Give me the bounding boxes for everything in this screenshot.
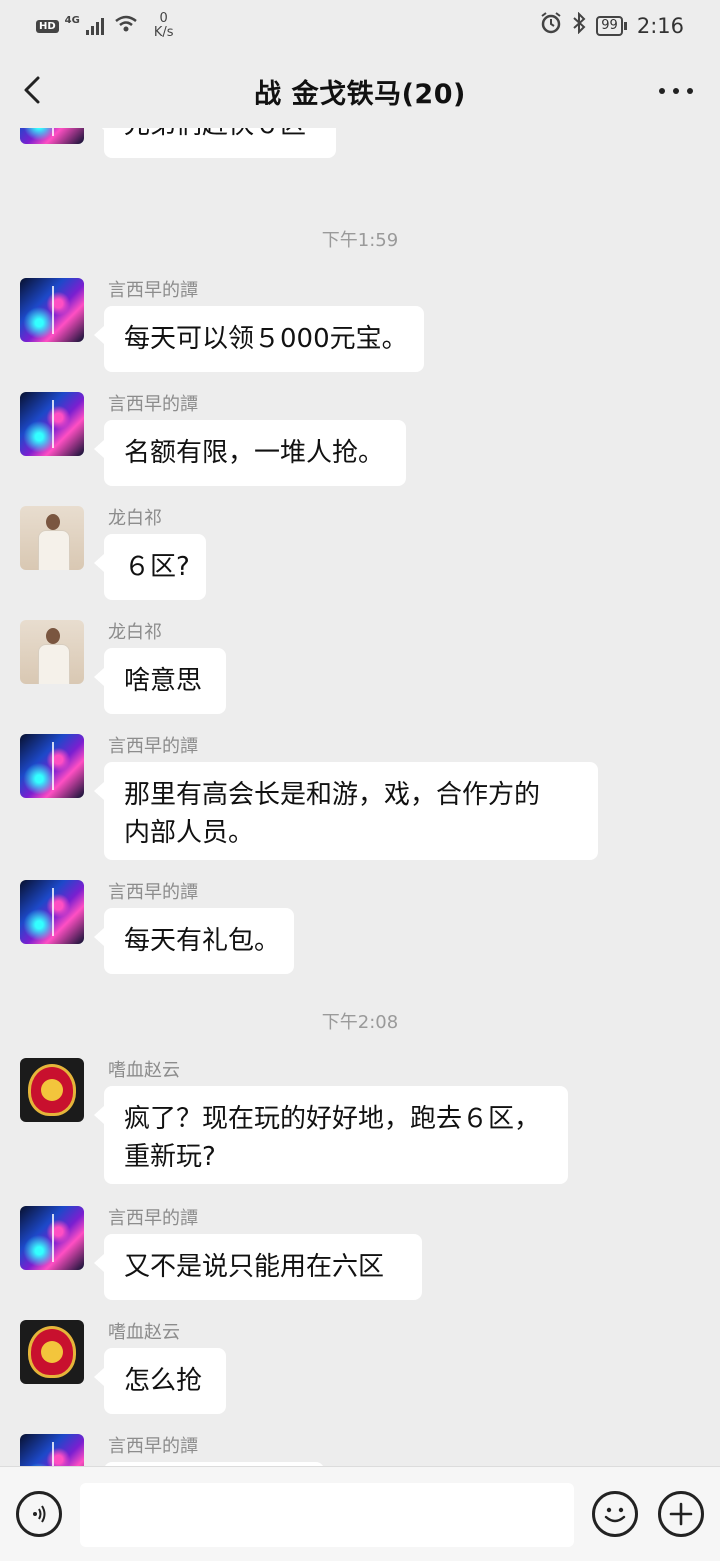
net-speed-value: 0 [159,11,168,26]
message-text: 怎么抢 [124,1366,203,1396]
message-bubble[interactable]: 啥意思 [94,648,226,714]
more-button[interactable] [652,76,700,106]
clock: 2:16 [636,13,684,38]
network-type: 4G [64,14,80,26]
message-bubble[interactable]: 每天有礼包。 [94,908,294,974]
avatar[interactable] [20,620,84,684]
message-text: 名额有限，一堆人抢。 [124,438,385,468]
more-dots-icon [659,88,693,94]
avatar[interactable] [20,1434,84,1466]
avatar[interactable] [20,1320,84,1384]
sender-name: 龙白祁 [108,622,162,643]
avatar[interactable] [20,1206,84,1270]
smiley-icon [604,1507,626,1523]
plus-button[interactable] [658,1491,704,1537]
message-text: ６区? [124,552,190,582]
sender-name: 言西早的譚 [108,1436,198,1457]
sender-name: 言西早的譚 [108,736,198,757]
net-speed-unit: K/s [153,25,174,40]
sender-name: 言西早的譚 [108,1208,198,1229]
alarm-icon [540,12,562,39]
timestamp: 下午1:59 [321,230,399,251]
message-text: 那里有高会长是和游，戏，合作方的 [124,780,541,810]
title-bar: 战 金戈铁马(20) [0,52,720,128]
message-bubble[interactable]: 那里有高会长是和游，戏，合作方的 内部人员。 [94,762,598,860]
sender-name: 言西早的譚 [108,882,198,903]
emoji-button[interactable] [592,1491,638,1537]
message-bubble[interactable]: 每天可以领５000元宝。 [94,306,424,372]
sender-name: 嗜血赵云 [108,1322,180,1343]
voice-icon [33,1505,46,1523]
message-input[interactable] [80,1483,574,1547]
sender-name: 嗜血赵云 [108,1060,180,1081]
chat-list[interactable]: 兄弟们赶快６区下午1:59言西早的譚每天可以领５000元宝。言西早的譚名额有限，… [0,128,720,1466]
timestamp: 下午2:08 [321,1012,399,1033]
message-bubble[interactable]: 兄弟们赶快６区 [94,128,336,158]
avatar[interactable] [20,1058,84,1122]
message-text: 兄弟们赶快６区 [124,128,316,144]
sender-name: 言西早的譚 [108,280,198,301]
voice-button[interactable] [16,1491,62,1537]
avatar[interactable] [20,392,84,456]
chat-title: 战 金戈铁马(20) [254,79,466,110]
bluetooth-icon [572,11,586,39]
hd-badge: HD [36,19,59,33]
avatar[interactable] [20,734,84,798]
plus-icon [669,1502,693,1526]
message-text: 内部人员。 [124,818,255,848]
input-bar [0,1466,720,1561]
battery-level: 99 [596,15,623,36]
message-text: 每天有礼包。 [124,926,281,956]
message-bubble[interactable]: ６区? [94,534,206,600]
net-speed: 0 K/s [154,12,174,40]
sender-name: 言西早的譚 [108,394,198,415]
message-text: 每天可以领５000元宝。 [124,324,408,354]
message-bubble[interactable]: 疯了？现在玩的好好地，跑去６区， 重新玩? [94,1086,568,1184]
wifi-icon [114,15,138,37]
battery-icon: 99 [596,15,627,36]
message-text: 重新玩? [124,1142,216,1172]
signal-icon [85,17,104,35]
message-bubble[interactable]: 名额有限，一堆人抢。 [94,420,406,486]
message-bubble[interactable]: 怎么抢 [94,1348,226,1414]
status-right: 99 2:16 [540,11,684,39]
status-left: HD 4G 0 K/s [36,12,174,40]
avatar[interactable] [20,880,84,944]
avatar[interactable] [20,506,84,570]
message-text: 啥意思 [124,666,203,696]
status-bar: HD 4G 0 K/s 99 2:16 [0,0,720,52]
avatar[interactable] [20,278,84,342]
avatar[interactable] [20,128,84,144]
sender-name: 龙白祁 [108,508,162,529]
message-text: 又不是说只能用在六区 [124,1252,385,1282]
message-text: 疯了？现在玩的好好地，跑去６区， [124,1104,541,1134]
message-bubble[interactable]: 又不是说只能用在六区 [94,1234,422,1300]
